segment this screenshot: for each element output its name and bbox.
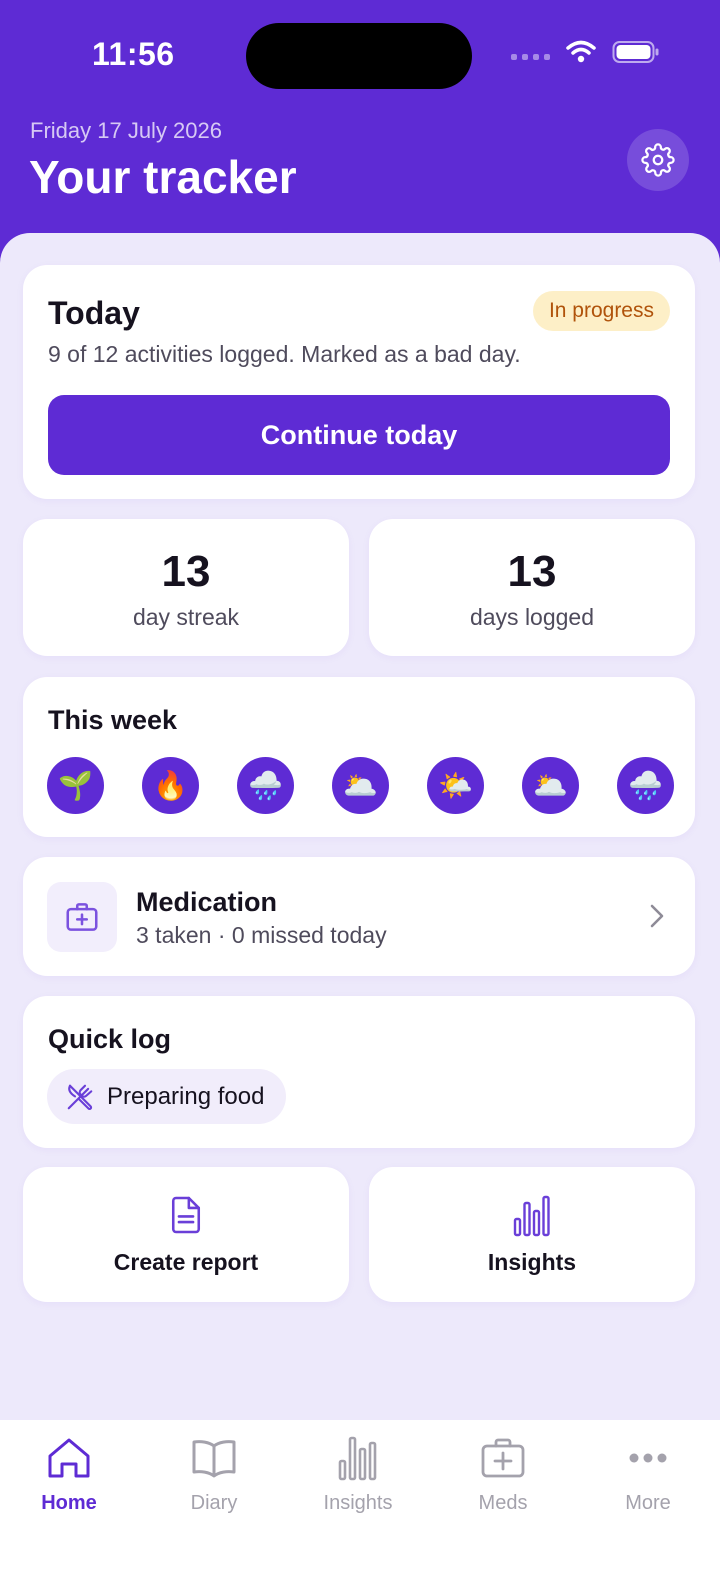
this-week-title: This week	[48, 705, 178, 735]
preparing-food-chip[interactable]: Preparing food	[47, 1069, 287, 1124]
home-icon	[48, 1438, 90, 1478]
chip-label: Preparing food	[107, 1082, 265, 1110]
medkit-icon	[66, 903, 98, 931]
streak-card: 13 day streak	[23, 519, 349, 656]
tab-home[interactable]: Home	[9, 1434, 129, 1515]
medication-title: Medication	[136, 887, 278, 917]
settings-button[interactable]	[627, 129, 689, 191]
tab-insights-label: Insights	[323, 1492, 393, 1514]
dynamic-island	[246, 23, 472, 89]
tab-meds[interactable]: Meds	[443, 1434, 563, 1515]
quick-log-card: Quick log Preparing food	[23, 996, 695, 1148]
insights-button[interactable]: Insights	[369, 1167, 695, 1302]
bar-chart-icon	[513, 1195, 550, 1237]
header-date: Friday 17 July 2026	[30, 118, 222, 143]
tab-diary[interactable]: Diary	[154, 1434, 274, 1515]
medication-card[interactable]: Medication 3 taken · 0 missed today	[23, 857, 695, 976]
today-summary: 9 of 12 activities logged. Marked as a b…	[48, 341, 521, 367]
tab-home-label: Home	[41, 1492, 97, 1514]
today-title: Today	[48, 295, 140, 331]
week-day-2[interactable]: 🔥	[142, 757, 199, 814]
medkit-icon	[481, 1438, 525, 1478]
create-report-label: Create report	[113, 1249, 259, 1275]
status-badge: In progress	[532, 291, 670, 331]
cellular-signal-icon	[511, 54, 550, 60]
bar-chart-icon	[338, 1436, 377, 1481]
today-card: Today In progress 9 of 12 activities log…	[23, 265, 695, 499]
days-logged-card: 13 days logged	[369, 519, 695, 656]
week-day-7[interactable]: 🌧️	[617, 757, 674, 814]
utensils-icon	[67, 1084, 93, 1110]
quick-log-title: Quick log	[48, 1024, 172, 1054]
status-icons	[511, 40, 660, 64]
tab-meds-label: Meds	[478, 1492, 528, 1514]
week-day-4[interactable]: 🌥️	[332, 757, 389, 814]
continue-today-button[interactable]: Continue today	[48, 395, 670, 475]
medication-summary: 3 taken · 0 missed today	[136, 922, 387, 948]
week-day-1[interactable]: 🌱	[47, 757, 104, 814]
days-logged-label: days logged	[469, 604, 595, 630]
week-day-5[interactable]: 🌤️	[427, 757, 484, 814]
more-icon	[629, 1453, 667, 1463]
week-day-6[interactable]: 🌥️	[522, 757, 579, 814]
streak-value: 13	[161, 547, 211, 596]
streak-label: day streak	[132, 604, 240, 630]
week-day-3[interactable]: 🌧️	[237, 757, 294, 814]
insights-label: Insights	[487, 1249, 577, 1275]
document-icon	[171, 1196, 201, 1234]
gear-icon	[641, 143, 675, 177]
battery-icon	[612, 41, 659, 63]
days-logged-value: 13	[507, 547, 557, 596]
tab-diary-label: Diary	[190, 1492, 238, 1514]
tab-more[interactable]: More	[588, 1434, 708, 1515]
status-time: 11:56	[92, 36, 175, 72]
this-week-card: This week 🌱 🔥 🌧️ 🌥️ 🌤️ 🌥️ 🌧️	[23, 677, 695, 837]
tab-insights[interactable]: Insights	[298, 1434, 418, 1515]
tab-bar: Home Diary Insights Meds More	[0, 1420, 720, 1573]
week-days: 🌱 🔥 🌧️ 🌥️ 🌤️ 🌥️ 🌧️	[47, 757, 674, 814]
chevron-right-icon	[650, 904, 664, 928]
book-icon	[192, 1440, 236, 1478]
wifi-icon	[566, 40, 596, 63]
page-title: Your tracker	[29, 151, 297, 203]
tab-more-label: More	[625, 1492, 671, 1514]
create-report-button[interactable]: Create report	[23, 1167, 349, 1302]
medication-icon-box	[47, 882, 117, 952]
